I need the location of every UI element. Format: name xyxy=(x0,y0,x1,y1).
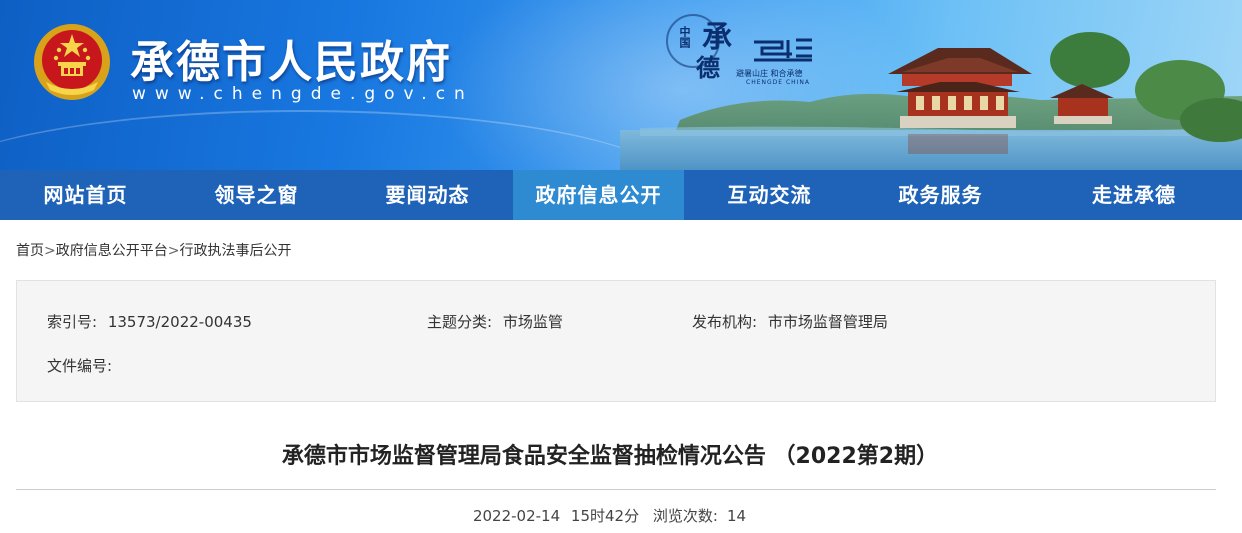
meta-index-label: 索引号: xyxy=(47,313,98,331)
article-title: 承德市市场监督管理局食品安全监督抽检情况公告 （2022第2期） xyxy=(281,444,939,469)
nav-item-leaders[interactable]: 领导之窗 xyxy=(171,170,342,220)
meta-publisher: 发布机构: 市市场监督管理局 xyxy=(692,311,888,332)
title-divider xyxy=(16,489,1216,490)
breadcrumb: 首页>政府信息公开平台>行政执法事后公开 xyxy=(0,220,1242,280)
article-views: 浏览次数: 14 xyxy=(650,507,749,525)
nav-item-news[interactable]: 要闻动态 xyxy=(342,170,513,220)
nav-item-about-chengde[interactable]: 走进承德 xyxy=(1026,170,1242,220)
meta-index: 索引号: 13573/2022-00435 xyxy=(47,311,252,332)
nav-item-services[interactable]: 政务服务 xyxy=(855,170,1026,220)
article-views-label: 浏览次数: xyxy=(652,507,718,525)
meta-topic-value: 市场监管 xyxy=(502,313,563,331)
breadcrumb-separator: > xyxy=(44,243,56,259)
document-meta-box: 索引号: 13573/2022-00435 主题分类: 市场监管 发布机构: 市… xyxy=(16,280,1216,402)
meta-topic-label: 主题分类: xyxy=(427,313,493,331)
article-views-value: 14 xyxy=(726,507,747,525)
meta-topic: 主题分类: 市场监管 xyxy=(427,311,563,332)
meta-index-value: 13573/2022-00435 xyxy=(107,313,252,331)
nav-item-interaction[interactable]: 互动交流 xyxy=(684,170,855,220)
site-title: 承德市人民政府 xyxy=(130,37,452,88)
breadcrumb-link-gov-info-platform[interactable]: 政府信息公开平台 xyxy=(56,243,168,259)
article-time: 15时42分 xyxy=(570,507,640,525)
national-emblem-icon xyxy=(34,24,110,100)
breadcrumb-link-enforcement[interactable]: 行政执法事后公开 xyxy=(179,243,291,259)
banner-scenery-image xyxy=(620,32,1242,170)
breadcrumb-link-home[interactable]: 首页 xyxy=(16,243,44,259)
nav-item-home[interactable]: 网站首页 xyxy=(0,170,171,220)
meta-docno: 文件编号: xyxy=(47,355,118,376)
breadcrumb-separator: > xyxy=(167,243,180,259)
main-nav: 网站首页 领导之窗 要闻动态 政府信息公开 互动交流 政务服务 走进承德 xyxy=(0,170,1242,220)
meta-publisher-value: 市市场监督管理局 xyxy=(767,313,888,331)
nav-item-gov-info[interactable]: 政府信息公开 xyxy=(513,170,684,220)
meta-publisher-label: 发布机构: xyxy=(692,313,758,331)
site-banner: 承德市人民政府 www.chengde.gov.cn 中国 承 德 避暑山庄 和… xyxy=(0,0,1242,170)
site-url: www.chengde.gov.cn xyxy=(132,84,474,104)
article-date: 2022-02-14 xyxy=(472,507,561,525)
meta-docno-label: 文件编号: xyxy=(47,357,113,375)
article-info: 2022-02-14 15时42分 浏览次数: 14 xyxy=(0,505,1222,526)
